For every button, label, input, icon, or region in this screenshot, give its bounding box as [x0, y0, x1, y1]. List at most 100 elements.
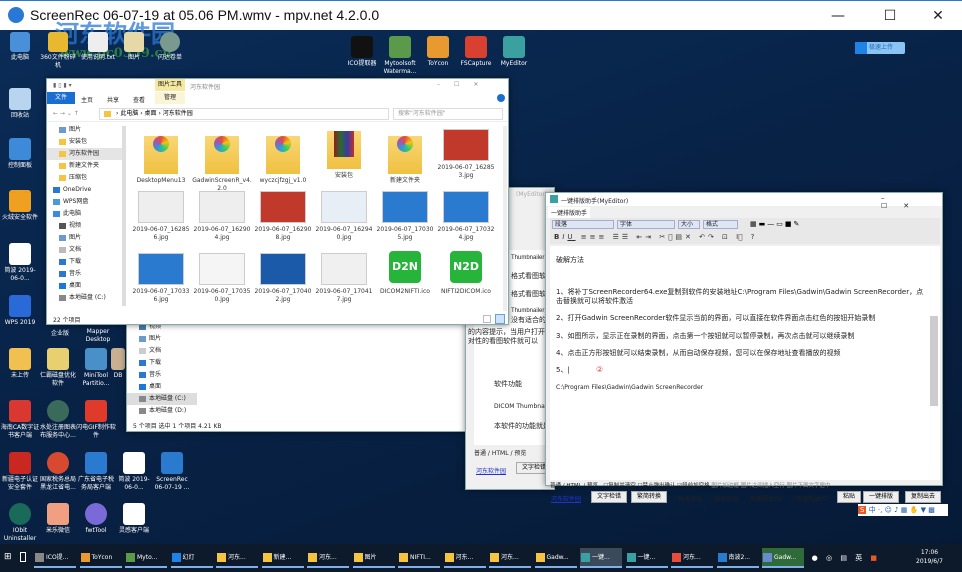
desktop-icon[interactable]: 图片	[114, 32, 154, 62]
copy-out-button[interactable]: 复制出去	[905, 491, 942, 503]
minimize-button[interactable]: —	[818, 5, 858, 27]
desktop-icon[interactable]: DB	[108, 348, 128, 380]
nav-item[interactable]: 压缩包	[47, 172, 125, 184]
convert-button[interactable]: 繁简转换	[631, 491, 668, 503]
nav-item[interactable]: 音乐	[127, 369, 197, 381]
close-button[interactable]: ✕	[918, 5, 958, 27]
nav-item[interactable]: 图片	[127, 333, 197, 345]
desktop-icon[interactable]: 360文件粉碎机	[38, 32, 78, 70]
file-item[interactable]: D2N DICOM2NIFTI.ico	[375, 249, 435, 296]
nav-item[interactable]: 图片	[47, 124, 125, 136]
desktop-icon[interactable]: 新疆电子认证安全套件	[0, 452, 40, 492]
breadcrumb-item[interactable]: 河东软件园	[163, 110, 193, 117]
checkbox-no-popup[interactable]: ☐禁止弹出确认	[638, 483, 676, 489]
file-item[interactable]: 2019-06-07_170305.jpg	[375, 187, 435, 242]
taskbar-item[interactable]: ICO提...	[34, 548, 76, 568]
myeditor-window[interactable]: 一键排版助手(MyEditor) –☐✕ 一键排版助手 段落 字体 大小 格式 …	[545, 192, 943, 489]
tab-file[interactable]: 文件	[47, 92, 75, 104]
taskbar-item[interactable]: Gadw...	[762, 548, 804, 568]
tab-manage[interactable]: 管理	[155, 92, 185, 104]
tab-share[interactable]: 共享	[107, 95, 119, 104]
desktop-icon[interactable]: ICO提取器	[342, 36, 382, 68]
details-view-button[interactable]	[483, 315, 491, 323]
desktop-icon[interactable]: 回收站	[0, 88, 40, 120]
taskbar-item[interactable]: NIFTI...	[398, 548, 440, 568]
tab-one-key-layout[interactable]: 一键排版助手	[548, 207, 591, 218]
explorer-window-controls[interactable]: –☐✕	[437, 81, 492, 88]
file-item[interactable]: 2019-06-07_170336.jpg	[131, 249, 191, 304]
breadcrumb-item[interactable]: 桌面	[145, 110, 157, 117]
checkbox-copy-clear[interactable]: ☐复制并清空	[603, 483, 635, 489]
nav-item[interactable]: 桌面	[47, 280, 125, 292]
maximize-button[interactable]: ☐	[870, 5, 910, 27]
large-icons-view-button[interactable]	[495, 314, 505, 324]
taskbar-item[interactable]: 新建...	[261, 548, 304, 568]
format-select[interactable]: 格式	[703, 220, 738, 229]
nav-scrollbar[interactable]	[122, 126, 126, 306]
site-link[interactable]: 河东软件园	[551, 494, 581, 503]
desktop-icon[interactable]: ScreenRec 06-07-19 ...	[152, 452, 192, 492]
desktop-icon[interactable]: IObit Uninstaller	[0, 503, 40, 543]
editor-content[interactable]: 破解方法 1、将补丁ScreenRecorder64.exe复制到软件的安装地址…	[550, 246, 940, 480]
desktop-icon[interactable]: 使用说明.txt	[78, 32, 118, 62]
nav-item[interactable]: 音乐	[47, 268, 125, 280]
radio-keep-table[interactable]: ○保留表格	[673, 494, 702, 503]
radio-keep-bold-b[interactable]: ○保留粗体(B)	[745, 494, 783, 503]
desktop-icon[interactable]: MyEditor	[494, 36, 534, 68]
nav-item[interactable]: 此电脑	[47, 208, 125, 220]
desktop-icon[interactable]: WPS 2019	[0, 295, 40, 327]
nav-item[interactable]: 新建文件夹	[47, 160, 125, 172]
radio-keep-links[interactable]: ○保留链接	[709, 494, 738, 503]
tab[interactable]: 预览	[514, 450, 526, 457]
insert-toolbar-icons[interactable]: ▦▬—▭■✎	[750, 220, 820, 229]
paste-button[interactable]: 粘贴	[837, 491, 862, 503]
breadcrumb-item[interactable]: 此电脑	[120, 110, 138, 117]
desktop-icon[interactable]: 水处注册图表布服务中心...	[38, 400, 78, 440]
format-toolbar-icons[interactable]: BIU ≡≡≡ ☰☰ ⇤⇥ ✂⎘▤✕ ↶↷ ⊡ I⃞ ?	[554, 232, 804, 242]
file-item[interactable]: DesktopMenu13	[131, 125, 191, 185]
upload-button[interactable]: 极速上传	[855, 42, 905, 54]
checkbox-indent[interactable]: ☑段前加空格	[677, 483, 709, 489]
taskbar-item[interactable]: 南波2...	[716, 548, 759, 568]
explorer-window-back[interactable]: 视频 图片 文档 下载 音乐 桌面 本地磁盘 (C:) 本地磁盘 (D:) 5 …	[126, 318, 470, 432]
file-item[interactable]: wyczcjfzgj_v1.0	[253, 125, 313, 185]
tab-preview[interactable]: 预览	[587, 483, 598, 489]
desktop-icon[interactable]: 控制面板	[0, 138, 40, 170]
desktop-icon[interactable]: fwtTool	[76, 503, 116, 535]
file-item[interactable]: 2019-06-07_162908.jpg	[253, 187, 313, 242]
desktop-icon[interactable]: ToYcon	[418, 36, 458, 68]
desktop-icon[interactable]: 海南CA数字证书客户端	[0, 400, 40, 440]
desktop-icon[interactable]: 未上传	[0, 348, 40, 380]
nav-item[interactable]: 本地磁盘 (C:)	[127, 393, 197, 405]
desktop-icon[interactable]: 闪达卷单	[150, 32, 190, 62]
taskbar-item[interactable]: 河东...	[671, 548, 713, 568]
desktop-icon[interactable]: 国家税务总局黑龙江省电...	[38, 452, 78, 492]
text-check-button[interactable]: 文字检错	[591, 491, 628, 503]
taskbar-item[interactable]: 一键...	[580, 548, 622, 568]
desktop-icon[interactable]: 闪电GIF制作软件	[76, 400, 116, 440]
desktop-icon[interactable]: 简波 2019-06-0...	[0, 243, 40, 283]
desktop-icon[interactable]: 仁霸磁盘优化软件	[38, 348, 78, 388]
nav-item[interactable]: 文档	[127, 345, 197, 357]
help-icon[interactable]	[497, 94, 505, 102]
nav-item[interactable]: 下载	[47, 256, 125, 268]
file-item[interactable]: 2019-06-07_162940.jpg	[314, 187, 374, 242]
font-select[interactable]: 字体	[617, 220, 675, 229]
nav-item[interactable]: 视频	[47, 220, 125, 232]
desktop-icon[interactable]: 米乐微信	[38, 503, 78, 535]
tab-home[interactable]: 主页	[81, 95, 93, 104]
tab-view[interactable]: 查看	[133, 95, 145, 104]
nav-item[interactable]: 图片	[47, 232, 125, 244]
taskbar-item[interactable]: ToYcon	[79, 548, 122, 568]
taskbar-item[interactable]: 河东...	[489, 548, 531, 568]
desktop-icon[interactable]: 此电脑	[0, 32, 40, 62]
nav-item[interactable]: 下载	[127, 357, 197, 369]
desktop-icon[interactable]: Mytoolsoft Waterma...	[380, 36, 420, 76]
file-item[interactable]: 2019-06-07_162856.jpg	[131, 187, 191, 242]
tab-normal[interactable]: 普通	[550, 483, 561, 489]
file-item[interactable]: N2D NIFTI2DICOM.ico	[436, 249, 496, 296]
file-item[interactable]: 2019-06-07_162904.jpg	[192, 187, 252, 242]
tab[interactable]: HTML	[492, 450, 509, 457]
file-item[interactable]: 2019-06-07_162853.jpg	[436, 125, 496, 180]
taskbar-item[interactable]: Myto...	[125, 548, 167, 568]
